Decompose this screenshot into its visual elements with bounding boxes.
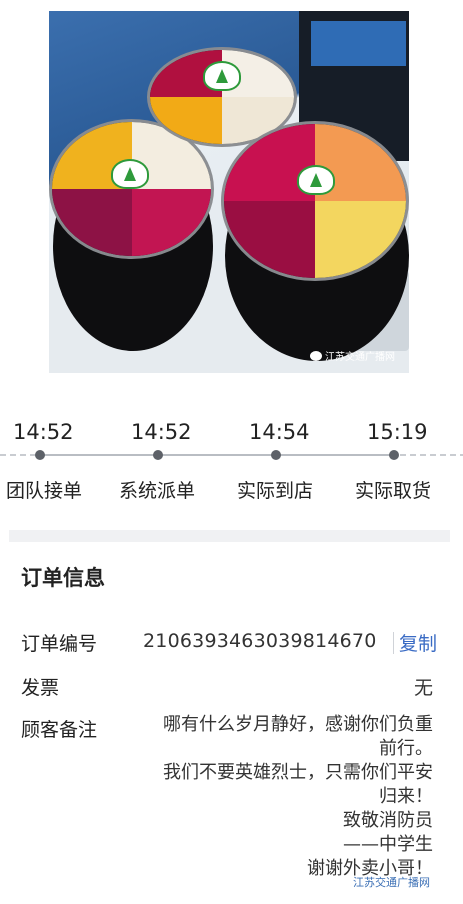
copy-button[interactable]: 复制 <box>399 629 437 656</box>
timeline-label: 实际到店 <box>237 480 314 502</box>
timeline-label: 系统派单 <box>119 480 196 502</box>
remark-line: 前行。 <box>379 738 433 759</box>
timeline-dot <box>35 450 45 460</box>
bottom-watermark: 江苏交通广播网 <box>353 876 430 889</box>
copy-separator <box>393 632 394 654</box>
monitor-screen-shape <box>311 21 406 66</box>
order-info-card: 订单信息 订单编号 2106393463039814670 复制 发票 无 顾客… <box>9 542 450 904</box>
delivery-timeline: 14:52 14:52 14:54 15:19 团队接单 系统派单 实际到店 实… <box>0 380 463 530</box>
timeline-time: 15:19 <box>367 420 428 444</box>
customer-remarks: 哪有什么岁月静好，感谢你们负重 前行。 我们不要英雄烈士，只需你们平安 归来！ … <box>123 713 433 881</box>
remark-line: ——中学生 <box>343 834 433 855</box>
timeline-time: 14:52 <box>131 420 192 444</box>
timeline-segment <box>158 454 276 456</box>
photo-watermark: 江苏交通广播网 <box>310 348 395 363</box>
timeline-dot <box>153 450 163 460</box>
timeline-time: 14:52 <box>13 420 74 444</box>
invoice-label: 发票 <box>21 677 60 699</box>
remarks-label: 顾客备注 <box>21 719 98 741</box>
timeline-segment <box>40 454 158 456</box>
order-number-label: 订单编号 <box>21 633 98 655</box>
timeline-time: 14:54 <box>249 420 310 444</box>
section-divider <box>9 530 450 542</box>
order-info-title: 订单信息 <box>21 566 105 590</box>
timeline-dot <box>389 450 399 460</box>
timeline-segment <box>276 454 394 456</box>
timeline-dot <box>271 450 281 460</box>
logo-sticker <box>203 61 241 91</box>
order-number-value: 2106393463039814670 <box>143 630 377 652</box>
remark-line: 我们不要英雄烈士，只需你们平安 <box>163 762 433 783</box>
timeline-label: 实际取货 <box>355 480 432 502</box>
wechat-icon <box>310 351 322 361</box>
invoice-value: 无 <box>413 677 433 699</box>
remark-line: 哪有什么岁月静好，感谢你们负重 <box>163 714 433 735</box>
logo-sticker <box>297 165 335 195</box>
right-fruit-cup <box>221 121 409 281</box>
logo-sticker <box>111 159 149 189</box>
remark-line: 致敬消防员 <box>343 810 433 831</box>
photo-watermark-text: 江苏交通广播网 <box>325 352 395 363</box>
timeline-label: 团队接单 <box>6 480 83 502</box>
remark-line: 归来！ <box>379 786 433 807</box>
fruit-cups-photo: 江苏交通广播网 <box>49 11 409 373</box>
